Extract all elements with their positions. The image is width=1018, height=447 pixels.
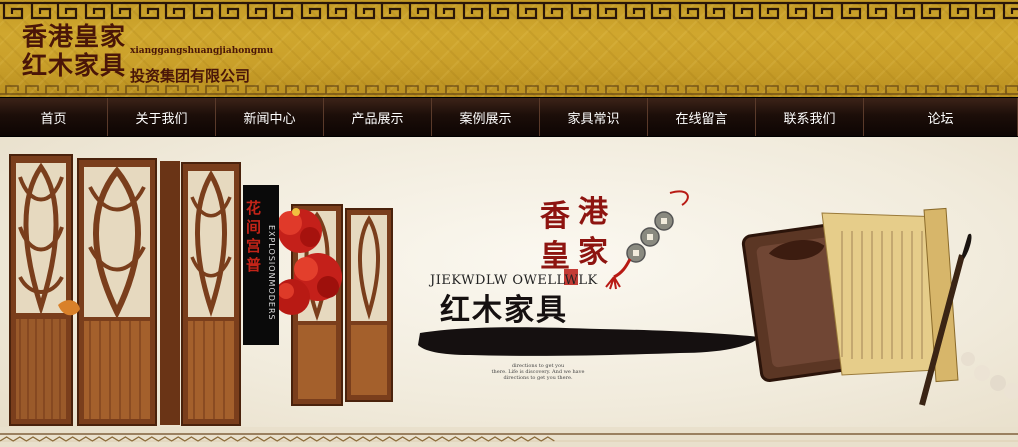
banner-small-text: directions to get you there. Life is dis… [483, 363, 593, 381]
nav-item-cases[interactable]: 案例展示 [432, 98, 540, 136]
calligraphy-char-4: 家 [578, 235, 608, 270]
nav-item-about[interactable]: 关于我们 [108, 98, 216, 136]
nav-item-news[interactable]: 新闻中心 [216, 98, 324, 136]
calligraphy-char-2: 港 [578, 195, 608, 230]
nav-item-forum[interactable]: 论坛 [864, 98, 1018, 136]
calligraphy-char-3: 皇 [540, 239, 570, 274]
logo-company-name: 投资集团有限公司 [130, 67, 251, 85]
nav-item-products[interactable]: 产品展示 [324, 98, 432, 136]
book-title-en: EXPLOSIONMODERS [267, 225, 276, 321]
nav-item-contact[interactable]: 联系我们 [756, 98, 864, 136]
logo-pinyin: xianggangshuangjiahongmu [130, 46, 274, 56]
logo-side-text: xianggangshuangjiahongmu 投资集团有限公司 [130, 46, 273, 86]
main-nav: 首页 关于我们 新闻中心 产品展示 案例展示 家具常识 在线留言 联系我们 论坛 [0, 97, 1018, 137]
ink-brush-stroke [418, 327, 760, 356]
book-title-cn: 花间宫普 [246, 199, 262, 274]
logo-chinese-name: 香港皇家 红木家具 [22, 22, 126, 80]
banner-title: 红木家具 [440, 293, 568, 328]
logo-line-2: 红木家具 [22, 51, 127, 80]
calligraphy-char-1: 香 [540, 199, 570, 234]
coin-tassel [605, 190, 689, 290]
logo-line-1: 香港皇家 [22, 22, 127, 51]
hero-banner[interactable]: 香 港 皇 家 花间宫普 EXPLOSIONMODERS JIEKWDLW OW… [0, 137, 1018, 447]
book-cover: 花间宫普 EXPLOSIONMODERS [243, 185, 279, 345]
site-header: 香港皇家 红木家具 xianggangshuangjiahongmu 投资集团有… [0, 0, 1018, 97]
nav-item-home[interactable]: 首页 [0, 98, 108, 136]
nav-item-guestbook[interactable]: 在线留言 [648, 98, 756, 136]
banner-small-line-3: directions to get you there. [503, 375, 573, 381]
nav-item-furniture-knowledge[interactable]: 家具常识 [540, 98, 648, 136]
fret-pattern-top [0, 0, 1018, 26]
beads [961, 352, 1018, 399]
site-logo[interactable]: 香港皇家 红木家具 xianggangshuangjiahongmu 投资集团有… [22, 22, 273, 85]
